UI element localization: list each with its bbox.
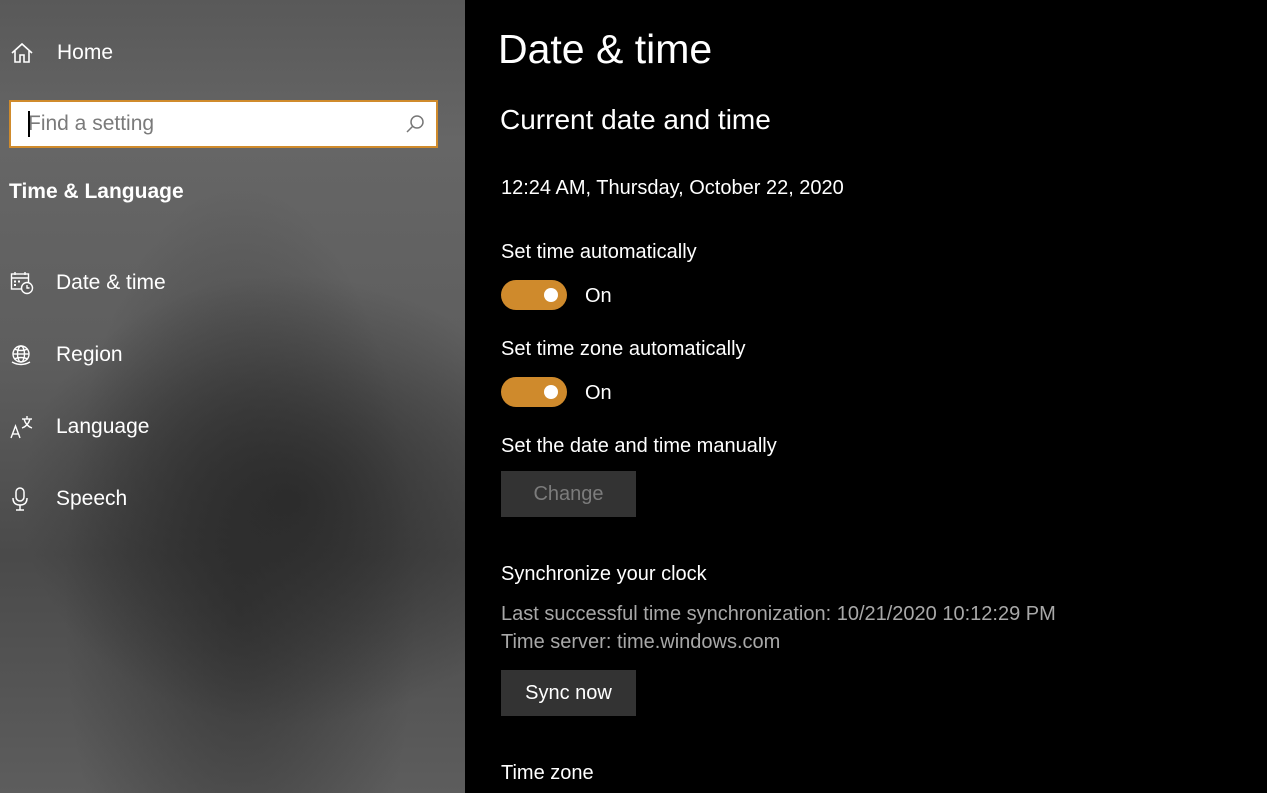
manual-datetime-label: Set the date and time manually	[501, 435, 777, 457]
current-date-time-heading: Current date and time	[500, 104, 771, 135]
language-icon	[10, 415, 34, 439]
sidebar-item-date-time[interactable]: Date & time	[0, 261, 465, 305]
sidebar-item-speech[interactable]: Speech	[0, 477, 465, 521]
auto-time-label: Set time automatically	[501, 241, 697, 263]
current-datetime: 12:24 AM, Thursday, October 22, 2020	[501, 177, 844, 199]
time-server-text: Time server: time.windows.com	[501, 631, 781, 653]
change-button[interactable]: Change	[501, 471, 636, 517]
auto-timezone-state: On	[585, 382, 612, 404]
home-nav-item[interactable]: Home	[0, 31, 465, 75]
search-icon[interactable]	[404, 113, 426, 135]
sidebar-item-label: Region	[56, 343, 123, 366]
text-caret	[28, 111, 30, 137]
auto-timezone-label: Set time zone automatically	[501, 338, 746, 360]
last-sync-text: Last successful time synchronization: 10…	[501, 603, 1056, 625]
sync-now-button[interactable]: Sync now	[501, 670, 636, 716]
time-zone-heading: Time zone	[501, 762, 594, 784]
sidebar: Home Time & Language Date & time	[0, 0, 465, 793]
page-title: Date & time	[498, 26, 713, 72]
sidebar-item-region[interactable]: Region	[0, 333, 465, 377]
home-label: Home	[57, 41, 114, 64]
calendar-clock-icon	[10, 271, 34, 295]
auto-time-state: On	[585, 285, 612, 307]
toggle-knob	[544, 385, 558, 399]
search-box[interactable]	[9, 100, 438, 148]
home-icon	[10, 41, 34, 65]
globe-icon	[10, 343, 34, 367]
sidebar-item-label: Date & time	[56, 271, 166, 294]
main-content: Date & time Current date and time 12:24 …	[465, 0, 1267, 793]
toggle-knob	[544, 288, 558, 302]
section-title: Time & Language	[9, 180, 184, 203]
microphone-icon	[10, 487, 34, 511]
sync-heading: Synchronize your clock	[501, 563, 707, 585]
auto-time-toggle[interactable]	[501, 280, 567, 310]
sidebar-item-label: Speech	[56, 487, 128, 510]
search-input[interactable]	[11, 102, 391, 146]
sidebar-item-label: Language	[56, 415, 150, 438]
sidebar-item-language[interactable]: Language	[0, 405, 465, 449]
auto-timezone-toggle[interactable]	[501, 377, 567, 407]
